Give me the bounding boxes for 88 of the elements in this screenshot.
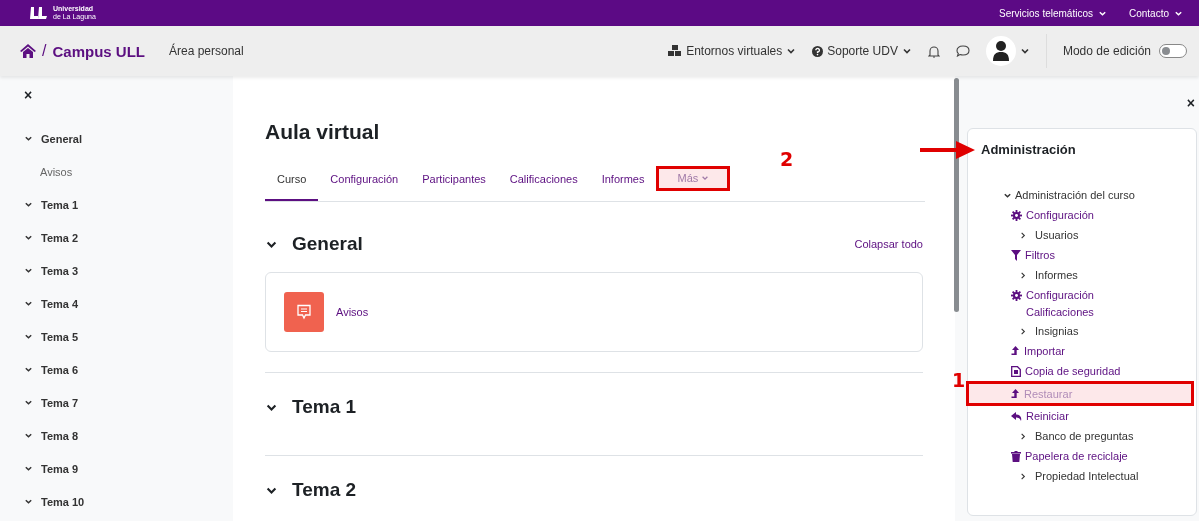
admin-menu-item[interactable]: Insignias — [1011, 321, 1141, 341]
admin-menu-item[interactable]: Papelera de reciclaje — [1011, 446, 1141, 466]
edit-mode-toggle[interactable] — [1159, 44, 1187, 58]
top-menu[interactable]: Servicios telemáticos — [999, 7, 1107, 19]
forum-icon — [284, 292, 324, 332]
gear-icon — [1011, 210, 1022, 221]
chevron-down-icon — [701, 174, 710, 182]
close-icon[interactable]: × — [1186, 96, 1195, 110]
course-index-section[interactable]: Tema 6 — [24, 353, 233, 386]
chevron-down-icon — [24, 464, 33, 473]
chevron-down-icon — [24, 200, 33, 209]
chevron-down-icon — [24, 299, 33, 308]
university-logo-icon — [30, 7, 48, 19]
tab[interactable]: Calificaciones — [497, 173, 590, 201]
tab[interactable]: Participantes — [410, 173, 498, 201]
admin-menu-item[interactable]: Configuración Calificaciones — [1011, 285, 1141, 321]
help-icon — [812, 45, 824, 57]
block-title: Administración — [981, 142, 1077, 157]
admin-menu-item[interactable]: Configuración — [1011, 205, 1141, 225]
course-index-section[interactable]: Tema 1 — [24, 188, 233, 221]
trash-icon — [1011, 451, 1021, 462]
section-title: Tema 2 — [292, 479, 357, 501]
nav-link[interactable]: Área personal — [168, 44, 244, 58]
chevron-down-icon — [24, 497, 33, 506]
chevron-right-icon — [1019, 231, 1027, 240]
admin-menu-item[interactable]: Filtros — [1011, 245, 1141, 265]
admin-menu-item[interactable]: Importar — [1011, 341, 1141, 361]
tab[interactable]: Informes — [589, 173, 657, 201]
edit-mode-label: Modo de edición — [1062, 44, 1151, 58]
chevron-right-icon — [1019, 472, 1027, 481]
chevron-right-icon — [1019, 432, 1027, 441]
section-title: General — [292, 233, 363, 255]
chevron-down-icon — [786, 46, 797, 56]
admin-menu-item[interactable]: Usuarios — [1011, 225, 1141, 245]
chevron-right-icon — [1019, 327, 1027, 336]
close-icon[interactable]: × — [24, 88, 233, 102]
document-icon — [1011, 366, 1021, 377]
annotation-arrow — [920, 140, 975, 160]
annotation-number: 1 — [952, 369, 966, 391]
admin-menu-item[interactable]: Propiedad Intelectual — [1011, 466, 1141, 486]
chevron-down-icon — [24, 431, 33, 440]
section-title: Tema 1 — [292, 396, 357, 418]
chevron-down-icon — [24, 365, 33, 374]
course-index-section[interactable]: Tema 10 — [24, 485, 233, 518]
chevron-down-icon — [24, 266, 33, 275]
nav-menu[interactable]: Soporte UDV — [812, 44, 912, 58]
chevron-down-icon — [24, 233, 33, 242]
course-index-section[interactable]: Tema 9 — [24, 452, 233, 485]
upload-icon — [1011, 346, 1020, 357]
course-index-section[interactable]: Tema 3 — [24, 254, 233, 287]
nav-menu[interactable]: Entornos virtuales — [668, 44, 797, 58]
cubes-icon — [668, 45, 683, 57]
tree-node[interactable]: Administración del curso — [1003, 185, 1196, 205]
course-title: Aula virtual — [265, 120, 381, 144]
chevron-down-icon — [901, 46, 912, 56]
course-index-section[interactable]: Tema 2 — [24, 221, 233, 254]
gear-icon — [1011, 290, 1022, 301]
chat-icon[interactable] — [955, 45, 970, 57]
course-index-section[interactable]: Tema 5 — [24, 320, 233, 353]
chevron-down-icon — [1019, 46, 1030, 56]
bell-icon[interactable] — [927, 44, 940, 58]
scrollbar[interactable] — [954, 78, 959, 312]
course-index-section[interactable]: General — [24, 122, 233, 155]
admin-menu-item[interactable]: Copia de seguridad — [1011, 361, 1141, 381]
chevron-down-icon — [24, 134, 33, 143]
top-menu[interactable]: Contacto — [1128, 7, 1183, 19]
chevron-down-icon — [24, 332, 33, 341]
user-avatar-icon[interactable] — [985, 36, 1016, 66]
course-index-section[interactable]: Tema 7 — [24, 386, 233, 419]
admin-menu-item[interactable]: Informes — [1011, 265, 1141, 285]
tab[interactable]: Configuración — [318, 173, 411, 201]
course-index-item[interactable]: Avisos — [24, 155, 233, 188]
course-index-section[interactable]: Tema 4 — [24, 287, 233, 320]
upload-icon — [1011, 389, 1020, 400]
chevron-right-icon — [1019, 271, 1027, 280]
tab[interactable]: Curso — [265, 173, 319, 201]
annotation-number: 2 — [780, 148, 794, 170]
admin-menu-item[interactable]: Banco de preguntas — [1011, 426, 1141, 446]
admin-menu-item[interactable]: Reiniciar — [1011, 406, 1141, 426]
site-name-link[interactable]: Campus ULL — [52, 42, 145, 60]
course-index-section[interactable]: Tema 8 — [24, 419, 233, 452]
collapse-all-link[interactable]: Colapsar todo — [854, 238, 923, 250]
undo-icon — [1011, 411, 1022, 422]
activity-link[interactable]: Avisos — [336, 306, 369, 318]
chevron-down-icon — [24, 398, 33, 407]
breadcrumb-separator: / — [42, 42, 47, 60]
filter-icon — [1011, 250, 1021, 261]
home-icon[interactable] — [20, 44, 36, 58]
